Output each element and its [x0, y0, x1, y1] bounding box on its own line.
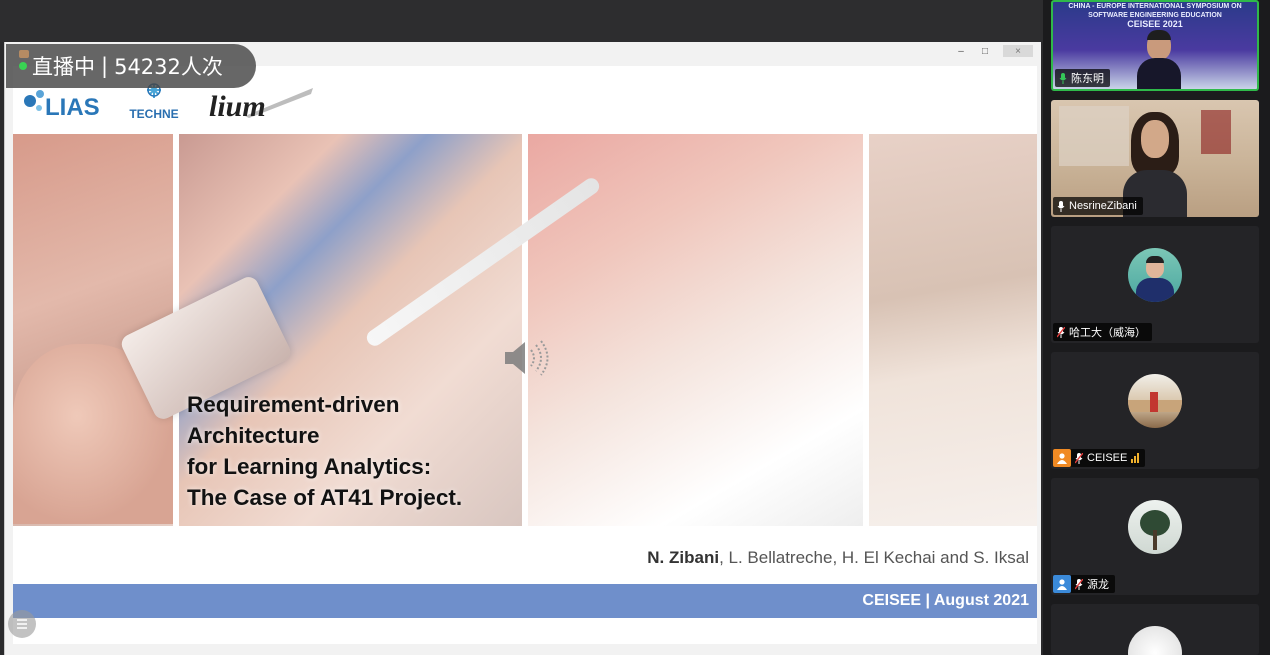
- presentation-window: – □ × LIAS TECHNE lium Requirement-drive…: [4, 42, 1041, 655]
- participant-video: [1137, 30, 1181, 89]
- live-dot-icon: [19, 62, 27, 70]
- live-separator: |: [101, 54, 109, 78]
- list-icon[interactable]: [8, 610, 36, 638]
- signal-icon: [1131, 453, 1140, 463]
- speaker-icon[interactable]: [501, 336, 551, 380]
- participant-tile[interactable]: NesrineZibani: [1051, 100, 1259, 217]
- maximize-button[interactable]: □: [979, 45, 991, 57]
- participant-name-tag: CEISEE: [1053, 449, 1146, 467]
- participant-name: NesrineZibani: [1069, 200, 1137, 212]
- participant-name-tag: NesrineZibani: [1053, 197, 1143, 215]
- close-button[interactable]: ×: [1003, 45, 1033, 57]
- slide-title-line: The Case of AT41 Project.: [187, 485, 463, 510]
- shared-screen: – □ × LIAS TECHNE lium Requirement-drive…: [0, 0, 1043, 655]
- live-status-pill: 直播中 | 54232人次: [6, 44, 256, 88]
- avatar: [1128, 374, 1182, 428]
- participant-tile[interactable]: CHINA - EUROPE INTERNATIONAL SYMPOSIUM O…: [1051, 0, 1259, 91]
- banner-line: CHINA - EUROPE INTERNATIONAL SYMPOSIUM O…: [1068, 3, 1242, 10]
- participant-sidebar: CHINA - EUROPE INTERNATIONAL SYMPOSIUM O…: [1043, 0, 1270, 655]
- author-rest: , L. Bellatreche, H. El Kechai and S. Ik…: [719, 548, 1029, 567]
- lium-logo-text: lium: [209, 90, 266, 123]
- user-icon: [1053, 449, 1071, 467]
- participant-name: CEISEE: [1087, 452, 1128, 464]
- window-controls: – □ ×: [955, 44, 1033, 58]
- user-icon: [1053, 575, 1071, 593]
- minimize-button[interactable]: –: [955, 45, 967, 57]
- slide-footer-bar: CEISEE | August 2021: [13, 584, 1037, 618]
- photo-panel: [869, 134, 1037, 526]
- participant-name: 哈工大（威海）: [1069, 327, 1146, 339]
- participant-tile[interactable]: 哈工大（威海）: [1051, 226, 1259, 343]
- participant-name-tag: 哈工大（威海）: [1053, 323, 1152, 341]
- slide-authors: N. Zibani, L. Bellatreche, H. El Kechai …: [647, 548, 1029, 568]
- avatar: [1128, 248, 1182, 302]
- author-first: N. Zibani: [647, 548, 720, 567]
- participant-name: 源龙: [1087, 579, 1109, 591]
- mic-muted-icon: [1075, 452, 1083, 464]
- mic-icon: [1057, 200, 1065, 212]
- participant-name-tag: 源龙: [1053, 575, 1115, 593]
- slide-photo: Requirement-driven Architecture for Lear…: [13, 134, 1037, 526]
- avatar: [1128, 626, 1182, 655]
- techne-logo-text: TECHNE: [129, 107, 178, 121]
- mic-icon: [1059, 72, 1067, 84]
- mic-muted-icon: [1057, 326, 1065, 338]
- participant-name: 陈东明: [1071, 73, 1104, 85]
- slide-footer-text: CEISEE | August 2021: [862, 592, 1029, 609]
- participant-tile[interactable]: 源龙: [1051, 478, 1259, 595]
- live-indicator-icon: [19, 50, 29, 58]
- avatar: [1128, 500, 1182, 554]
- participant-name-tag: 陈东明: [1055, 69, 1110, 87]
- live-status-label: 直播中: [32, 55, 95, 79]
- lias-logo: LIAS: [24, 90, 100, 121]
- lias-logo-text: LIAS: [45, 94, 100, 121]
- top-strip: [0, 0, 1043, 42]
- symposium-banner: CHINA - EUROPE INTERNATIONAL SYMPOSIUM O…: [1053, 2, 1257, 29]
- slide-title-line: Architecture: [187, 423, 320, 448]
- participant-tile[interactable]: [1051, 604, 1259, 655]
- banner-line: CEISEE 2021: [1127, 19, 1183, 29]
- participant-tile[interactable]: CEISEE: [1051, 352, 1259, 469]
- slide-title-line: for Learning Analytics:: [187, 454, 432, 479]
- lium-logo: lium: [209, 88, 313, 123]
- mic-muted-icon: [1075, 578, 1083, 590]
- slide: LIAS TECHNE lium Requirement-driven Arch…: [13, 66, 1037, 644]
- viewer-count: 54232人次: [114, 55, 223, 79]
- slide-title-line: Requirement-driven: [187, 392, 400, 417]
- slide-title: Requirement-driven Architecture for Lear…: [187, 389, 547, 513]
